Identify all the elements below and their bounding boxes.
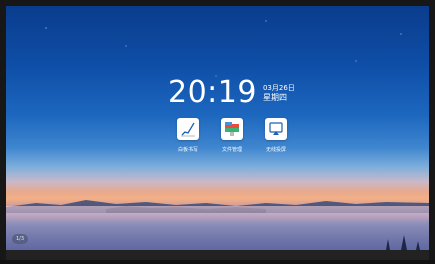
bottom-bar — [6, 250, 429, 260]
app-label: 白板书写 — [177, 147, 198, 153]
page-indicator-button[interactable]: 1/3 — [12, 234, 28, 244]
clock-widget: 20:19 03月26日 星期四 — [168, 76, 295, 110]
whiteboard-icon — [177, 118, 199, 140]
clock-weekday: 星期四 — [262, 92, 287, 102]
app-launcher: 白板书写 文件管理 无线投屏 — [168, 118, 298, 160]
date-block: 03月26日 星期四 — [263, 84, 295, 103]
clock-date: 03月26日 — [262, 83, 295, 92]
file-manager-icon — [221, 118, 243, 140]
app-label: 文件管理 — [221, 147, 242, 153]
screen-cast-icon — [265, 118, 287, 140]
home-screen: 20:19 03月26日 星期四 白板书写 文件管理 无线投屏 — [6, 6, 429, 250]
display-chin — [0, 260, 435, 264]
app-label: 无线投屏 — [265, 147, 286, 153]
clock-time: 20:19 — [168, 75, 257, 110]
app-screen-cast[interactable]: 无线投屏 — [256, 118, 296, 153]
app-whiteboard[interactable]: 白板书写 — [168, 118, 208, 153]
tree-silhouette — [386, 235, 420, 250]
app-file-manager[interactable]: 文件管理 — [212, 118, 252, 153]
